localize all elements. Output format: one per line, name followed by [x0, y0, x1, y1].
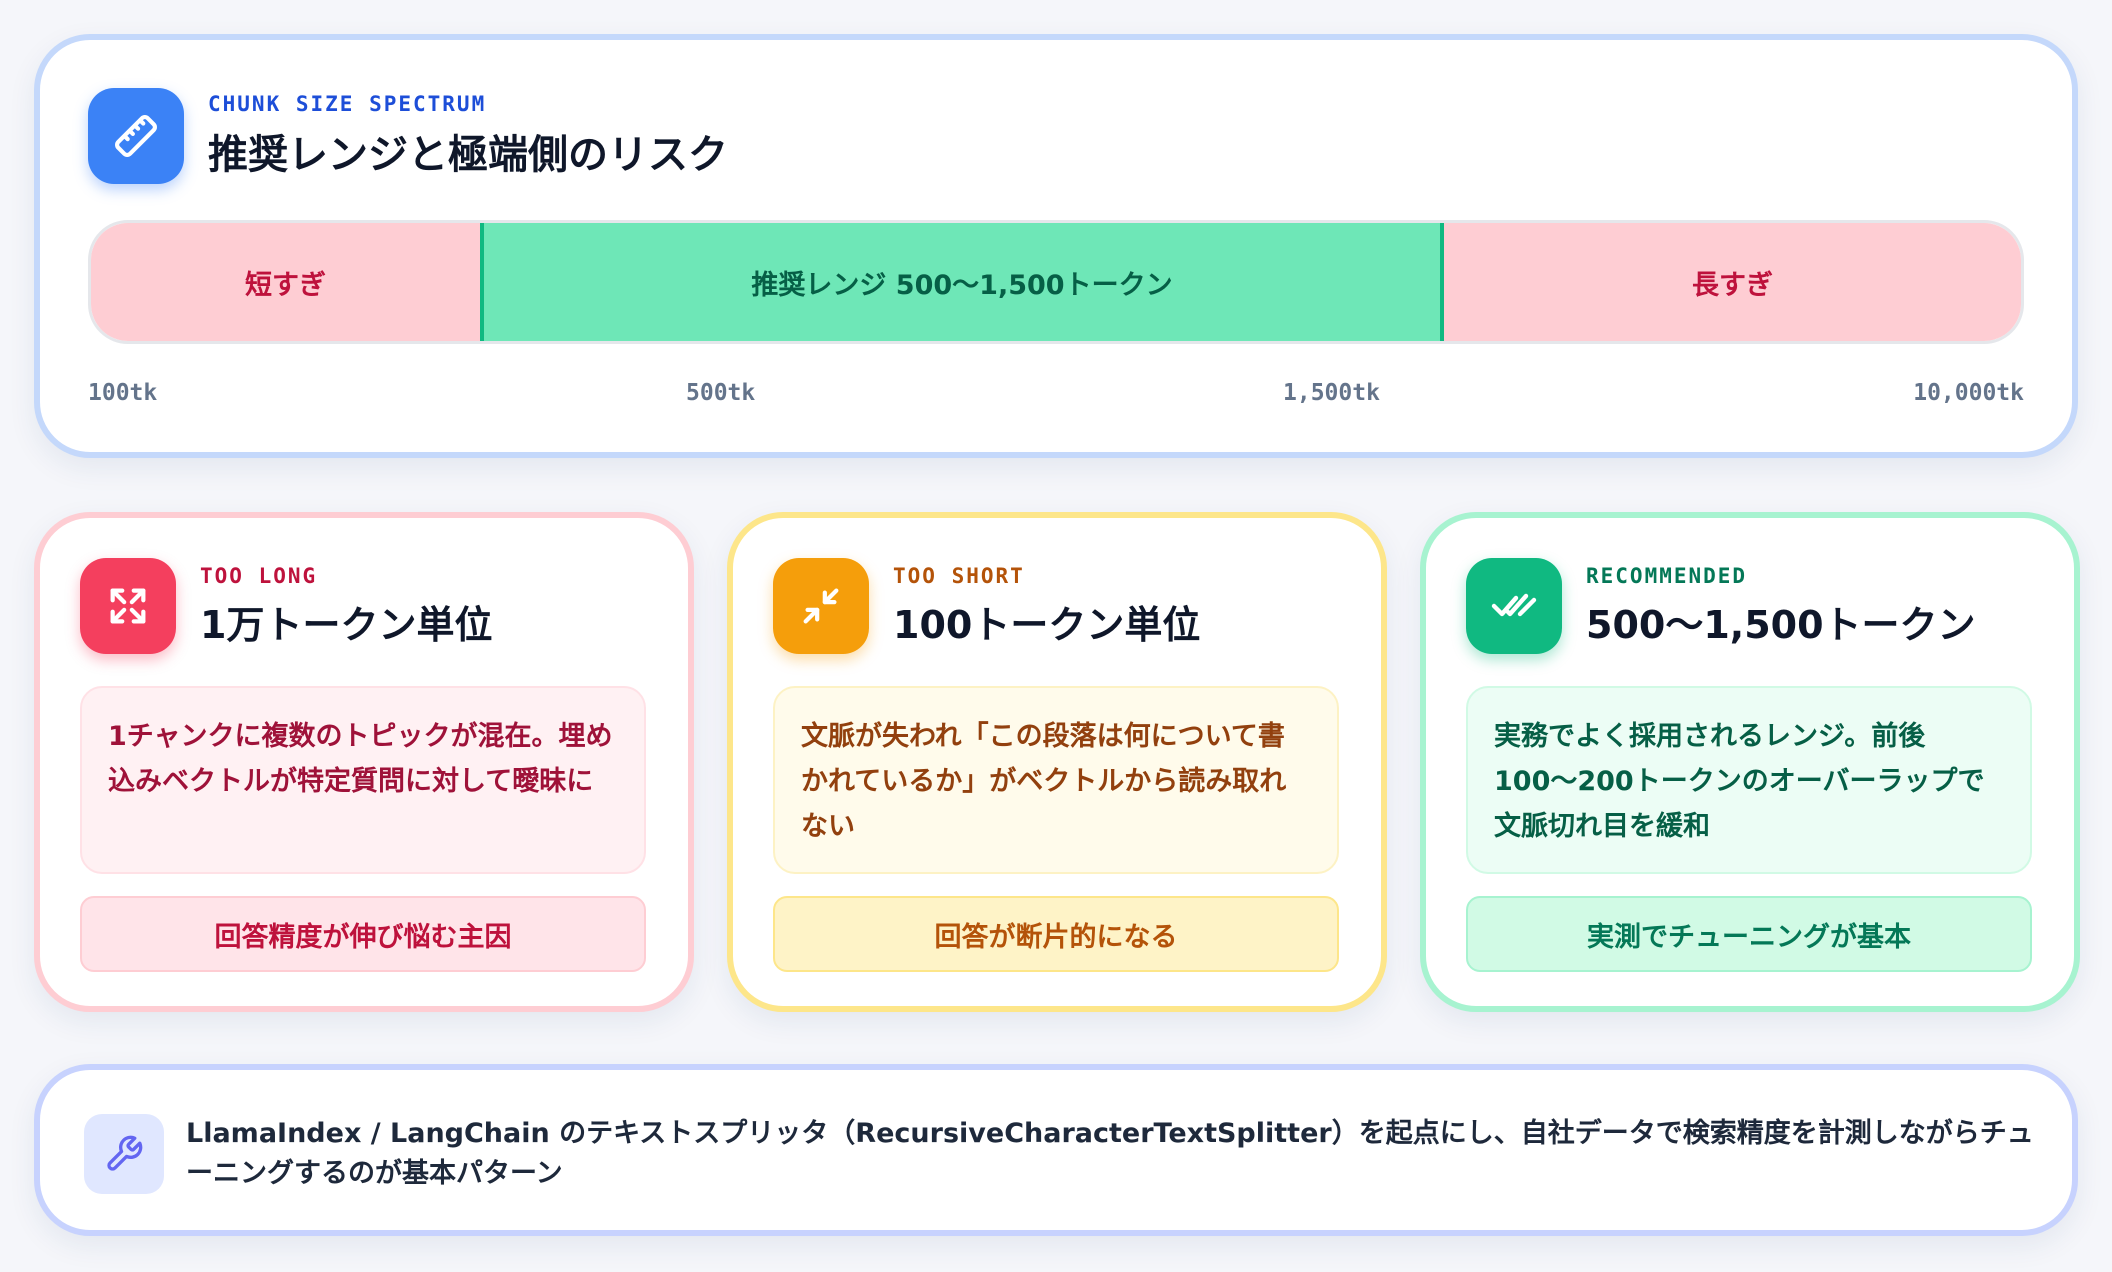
expand-icon [80, 558, 176, 654]
tick-label: 500tk [686, 380, 756, 406]
card-outcome-pill: 回答が断片的になる [773, 896, 1339, 972]
card-outcome-pill: 実測でチューニングが基本 [1466, 896, 2032, 972]
card-kicker: TOO SHORT [893, 563, 1025, 588]
tick-label: 100tk [88, 380, 158, 406]
note-card: LlamaIndex / LangChain のテキストスプリッタ（Recurs… [34, 1064, 2078, 1236]
card-title: 100トークン単位 [893, 602, 1201, 647]
card-description: 1チャンクに複数のトピックが混在。埋め込みベクトルが特定質問に対して曖昧に [80, 686, 646, 874]
tick-label: 1,500tk [1283, 380, 1380, 406]
card-title: 500〜1,500トークン [1586, 602, 1976, 647]
spectrum-bar: 短すぎ 推奨レンジ 500〜1,500トークン 長すぎ [88, 220, 2024, 344]
card-description: 実務でよく採用されるレンジ。前後100〜200トークンのオーバーラップで文脈切れ… [1466, 686, 2032, 874]
ruler-icon [88, 88, 184, 184]
card-too-short: TOO SHORT 100トークン単位 文脈が失われ「この段落は何について書かれ… [727, 512, 1387, 1012]
tick-labels: 100tk 500tk 1,500tk 10,000tk [88, 380, 2024, 410]
card-recommended: RECOMMENDED 500〜1,500トークン 実務でよく採用されるレンジ。… [1420, 512, 2080, 1012]
spectrum-card: CHUNK SIZE SPECTRUM 推奨レンジと極端側のリスク 短すぎ 推奨… [34, 34, 2078, 458]
double-check-icon [1466, 558, 1562, 654]
card-description: 文脈が失われ「この段落は何について書かれているか」がベクトルから読み取れない [773, 686, 1339, 874]
card-too-long: TOO LONG 1万トークン単位 1チャンクに複数のトピックが混在。埋め込みベ… [34, 512, 694, 1012]
tick-label: 10,000tk [1913, 380, 2024, 406]
note-text: LlamaIndex / LangChain のテキストスプリッタ（Recurs… [186, 1118, 2034, 1189]
card-kicker: TOO LONG [200, 563, 318, 588]
card-title: 1万トークン単位 [200, 602, 493, 647]
spectrum-header: CHUNK SIZE SPECTRUM 推奨レンジと極端側のリスク [88, 88, 728, 184]
segment-too-short: 短すぎ [91, 223, 480, 341]
segment-recommended: 推奨レンジ 500〜1,500トークン [480, 223, 1444, 341]
compress-icon [773, 558, 869, 654]
card-outcome-pill: 回答精度が伸び悩む主因 [80, 896, 646, 972]
segment-too-long: 長すぎ [1444, 223, 2021, 341]
card-kicker: RECOMMENDED [1586, 563, 1748, 588]
spectrum-kicker: CHUNK SIZE SPECTRUM [208, 92, 487, 116]
spectrum-title: 推奨レンジと極端側のリスク [208, 132, 728, 178]
wrench-icon [84, 1114, 164, 1194]
